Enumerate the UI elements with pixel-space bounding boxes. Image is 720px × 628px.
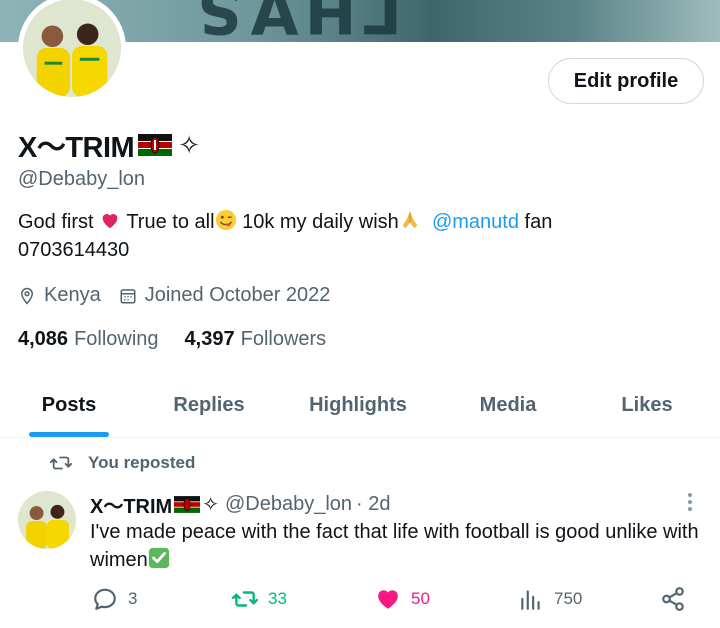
repost-icon xyxy=(50,456,72,470)
followers-link[interactable]: 4,397 Followers xyxy=(185,328,327,351)
like-button[interactable]: 50 xyxy=(375,586,430,612)
profile-name: X〜TRIM xyxy=(18,132,135,164)
tab-highlights[interactable]: Highlights xyxy=(309,394,407,417)
following-count: 4,086 xyxy=(18,328,69,350)
profile-bio: God first True to all 10k my daily wish … xyxy=(18,208,698,264)
post-author-avatar[interactable] xyxy=(18,491,76,549)
tab-likes[interactable]: Likes xyxy=(621,394,672,417)
following-label: Following xyxy=(74,328,159,350)
bio-text-3: 10k my daily wish xyxy=(236,211,399,233)
post-actions: 3 33 50 750 xyxy=(0,586,720,614)
post-author-name[interactable]: X〜TRIM xyxy=(90,490,172,519)
post-text: I've made peace with the fact that life … xyxy=(90,518,700,574)
post-body: I've made peace with the fact that life … xyxy=(90,521,699,571)
banner-graphic: ƧⱯHꞀ xyxy=(200,0,409,42)
more-icon[interactable] xyxy=(682,490,698,514)
views-icon xyxy=(521,590,540,610)
profile-name-row: X〜TRIM ✧ xyxy=(18,124,200,166)
profile-meta: Kenya Joined October 2022 xyxy=(18,284,330,307)
calendar-icon xyxy=(120,288,136,303)
location-text: Kenya xyxy=(44,284,101,306)
heart-icon xyxy=(378,590,398,609)
bio-text-2: True to all xyxy=(121,211,215,233)
followers-label: Followers xyxy=(240,328,327,350)
check-mark-button-emoji-icon xyxy=(148,547,169,569)
kenya-flag-icon xyxy=(174,496,201,513)
post-header: X〜TRIM ✧ @Debaby_lon · 2d xyxy=(90,490,391,519)
joined-date: Joined October 2022 xyxy=(144,284,331,306)
share-icon xyxy=(662,587,684,611)
bio-text-1: God first xyxy=(18,211,100,233)
following-link[interactable]: 4,086 Following xyxy=(18,328,159,351)
profile-tabs: Posts Replies Highlights Media Likes xyxy=(0,382,720,438)
profile-handle: @Debaby_lon xyxy=(18,168,146,190)
kenya-flag-icon xyxy=(138,134,173,156)
reply-icon xyxy=(94,588,116,610)
post-time[interactable]: · 2d xyxy=(356,493,390,516)
tab-replies[interactable]: Replies xyxy=(173,394,244,417)
active-tab-indicator xyxy=(29,432,109,437)
bio-text-4: fan xyxy=(518,211,553,233)
repost-context: You reposted xyxy=(50,452,195,474)
location-icon xyxy=(20,287,34,305)
views-count: 750 xyxy=(554,589,583,608)
profile-avatar[interactable] xyxy=(18,0,126,102)
post-author-handle[interactable]: @Debaby_lon xyxy=(225,493,352,516)
winking-tongue-emoji-icon xyxy=(215,209,236,231)
reply-count: 3 xyxy=(128,589,138,608)
folded-hands-emoji-icon xyxy=(402,211,418,229)
share-button[interactable] xyxy=(660,586,696,612)
edit-profile-button[interactable]: Edit profile xyxy=(548,58,704,104)
tab-media[interactable]: Media xyxy=(480,394,537,417)
tab-posts[interactable]: Posts xyxy=(42,394,96,417)
followers-count: 4,397 xyxy=(184,328,235,350)
repost-count: 33 xyxy=(268,589,287,608)
sparkle-icon: ✧ xyxy=(178,129,201,160)
reply-button[interactable]: 3 xyxy=(92,586,137,612)
profile-stats: 4,086 Following 4,397 Followers xyxy=(18,328,326,351)
like-count: 50 xyxy=(411,589,430,608)
bio-phone: 0703614430 xyxy=(18,239,130,261)
mention-link-manutd[interactable]: @manutd xyxy=(432,211,519,233)
repost-label: You reposted xyxy=(88,453,196,472)
repost-icon xyxy=(232,591,258,607)
sparkle-icon: ✧ xyxy=(202,494,219,516)
red-heart-emoji-icon xyxy=(102,214,118,229)
repost-button[interactable]: 33 xyxy=(232,586,287,612)
views-button[interactable]: 750 xyxy=(518,586,582,612)
